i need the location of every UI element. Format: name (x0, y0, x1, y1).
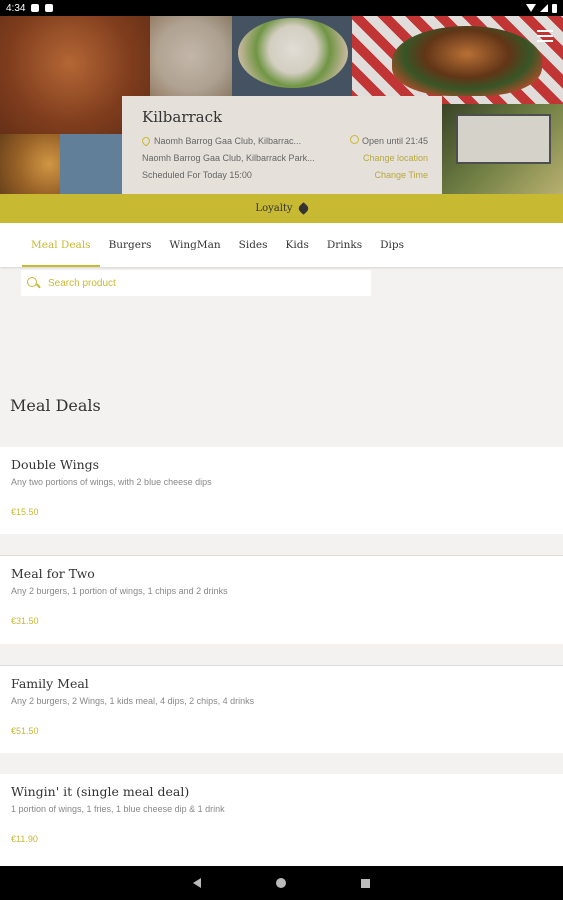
open-until: Open until 21:45 (361, 136, 428, 146)
tab-burgers[interactable]: Burgers (100, 223, 161, 267)
tag-icon (296, 202, 310, 215)
search-bar (21, 270, 371, 296)
scheduled-time: Scheduled For Today 15:00 (142, 169, 252, 180)
product-description: Any two portions of wings, with 2 blue c… (11, 477, 212, 487)
category-tabs: Meal Deals Burgers WingMan Sides Kids Dr… (0, 223, 563, 267)
product-name: Meal for Two (11, 566, 95, 581)
product-name: Double Wings (11, 457, 100, 472)
store-name: Kilbarrack (142, 108, 223, 126)
store-address: Naomh Barrog Gaa Club, Kilbarrac... (154, 135, 302, 146)
signal-icon (540, 4, 548, 12)
tab-sides[interactable]: Sides (230, 223, 277, 267)
product-name: Family Meal (11, 676, 89, 691)
clock-icon (349, 135, 359, 144)
product-description: Any 2 burgers, 1 portion of wings, 1 chi… (11, 586, 228, 596)
product-card[interactable]: Family Meal Any 2 burgers, 2 Wings, 1 ki… (0, 665, 563, 753)
product-card[interactable]: Double Wings Any two portions of wings, … (0, 447, 563, 534)
tab-wingman[interactable]: WingMan (160, 223, 229, 267)
change-time-link[interactable]: Change Time (374, 170, 428, 180)
tab-meal-deals[interactable]: Meal Deals (22, 223, 100, 267)
product-price: €51.50 (11, 726, 39, 736)
home-icon[interactable] (276, 878, 286, 888)
loyalty-label: Loyalty (255, 203, 293, 214)
system-nav-bar (0, 866, 563, 900)
store-address-full: Naomh Barrog Gaa Club, Kilbarrack Park..… (142, 152, 315, 163)
product-name: Wingin' it (single meal deal) (11, 784, 190, 799)
change-location-link[interactable]: Change location (363, 153, 428, 163)
product-price: €11.90 (11, 834, 38, 844)
recent-apps-icon[interactable] (361, 878, 370, 888)
product-card[interactable]: Wingin' it (single meal deal) 1 portion … (0, 774, 563, 866)
status-time: 4:34 (6, 2, 26, 14)
battery-icon (552, 3, 557, 13)
search-icon (27, 276, 40, 290)
product-price: €15.50 (11, 507, 39, 517)
product-price: €31.50 (11, 616, 39, 626)
product-description: Any 2 burgers, 2 Wings, 1 kids meal, 4 d… (11, 696, 255, 706)
wifi-icon (526, 4, 536, 12)
tab-dips[interactable]: Dips (371, 223, 413, 267)
search-input[interactable] (48, 277, 348, 289)
status-bar: 4:34 (0, 0, 563, 16)
product-card[interactable]: Meal for Two Any 2 burgers, 1 portion of… (0, 555, 563, 644)
menu-icon[interactable] (537, 30, 553, 42)
tab-kids[interactable]: Kids (277, 223, 318, 267)
notification-icon (31, 4, 40, 12)
tab-drinks[interactable]: Drinks (318, 223, 371, 267)
product-description: 1 portion of wings, 1 fries, 1 blue chee… (11, 804, 225, 814)
loyalty-button[interactable]: Loyalty (0, 194, 563, 223)
store-card: Kilbarrack Naomh Barrog Gaa Club, Kilbar… (122, 96, 442, 194)
back-icon[interactable] (193, 878, 201, 888)
section-title: Meal Deals (10, 396, 101, 415)
chat-icon (45, 4, 54, 12)
location-pin-icon (142, 135, 152, 146)
